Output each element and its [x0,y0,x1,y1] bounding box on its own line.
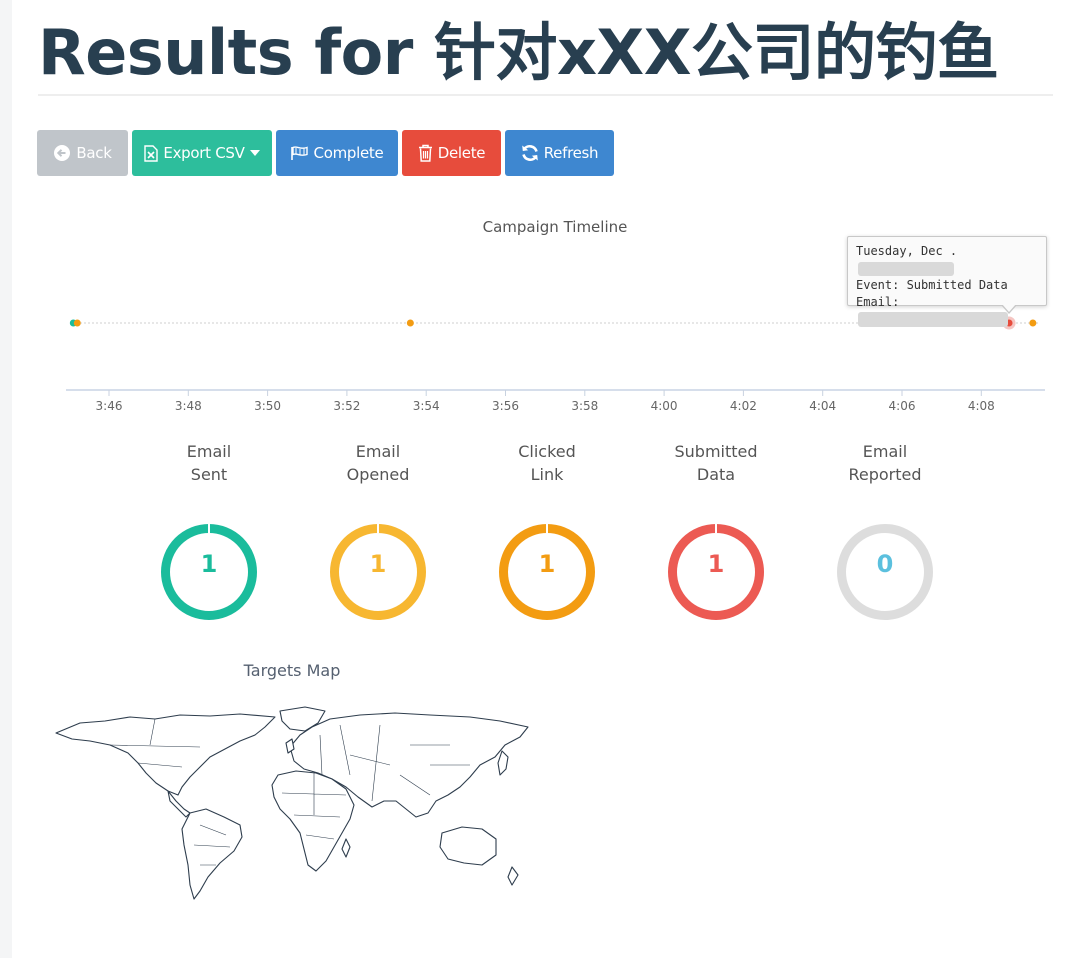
complete-button-label: Complete [313,144,384,162]
timeline-tick-label: 4:06 [889,399,916,413]
stat-label: Email Opened [346,442,410,484]
timeline-tick-label: 3:46 [96,399,123,413]
ring-gap [715,523,717,533]
stat-email-reported: Email Reported 0 [805,440,965,620]
stat-count: 1 [707,550,725,578]
timeline-tick-label: 3:52 [333,399,360,413]
delete-button-label: Delete [437,144,486,162]
map-africa [271,770,355,872]
sidebar-edge [0,0,12,958]
stat-label: Email Reported [848,442,922,484]
stat-ring: 0 [837,524,933,620]
tooltip-caret-inner [1002,304,1016,312]
stat-ring: 1 [161,523,257,620]
stat-label: Clicked Link [518,442,576,484]
stat-count: 1 [200,550,218,578]
ring-gap [377,523,379,533]
delete-button[interactable]: Delete [402,130,501,176]
caret-down-icon [249,150,260,156]
timeline-tooltip: Tuesday, Dec . Event: Submitted Data Ema… [847,236,1047,327]
file-excel-icon [144,144,159,162]
timeline-tick-label: 4:02 [730,399,757,413]
back-button[interactable]: Back [37,130,128,176]
tooltip-event: Event: Submitted Data [856,278,1008,292]
back-button-label: Back [76,144,112,162]
export-csv-label: Export CSV [163,144,245,162]
timeline-ticks: 3:46 3:48 3:50 3:52 3:54 3:56 3:58 4:00 4:02 4:04… [96,390,995,413]
refresh-button[interactable]: Refresh [505,130,614,176]
stat-ring: 1 [499,523,595,620]
timeline-tick-label: 3:54 [413,399,440,413]
tooltip-email-label: Email: [856,295,900,309]
stat-count: 0 [876,550,894,578]
timeline-tick-label: 4:04 [809,399,836,413]
back-arrow-icon [54,145,71,161]
timeline-tick-label: 4:08 [968,399,995,413]
timeline-tick-label: 3:58 [571,399,598,413]
stat-ring: 1 [668,523,764,620]
timeline-event-point[interactable] [406,319,414,327]
timeline-tick-label: 4:00 [651,399,678,413]
stat-email-opened: Email Opened 1 [298,440,458,620]
targets-map-title: Targets Map [243,661,341,680]
redacted-block [858,261,954,276]
stat-label: Email Sent [186,442,232,484]
refresh-icon [521,145,538,161]
targets-world-map[interactable] [50,705,535,905]
stat-label: Submitted Data [674,442,758,484]
title-divider [38,94,1053,96]
timeline-tick-label: 3:56 [492,399,519,413]
complete-button[interactable]: Complete [276,130,398,176]
timeline-event-point[interactable] [73,319,81,327]
ring-gap [208,523,210,533]
export-csv-button[interactable]: Export CSV [132,130,272,176]
stat-count: 1 [538,550,556,578]
map-madagascar [341,838,351,858]
stat-count: 1 [369,550,387,578]
stat-ring: 1 [330,523,426,620]
stat-email-sent: Email Sent 1 [129,440,289,620]
page-title: Results for 针对xXX公司的钓鱼 [38,16,999,89]
map-north-america [55,713,276,796]
map-australia [439,826,497,866]
map-new-zealand [507,866,519,886]
tooltip-date: Tuesday, Dec . [856,244,958,258]
map-south-america [181,808,243,900]
map-japan [497,750,509,776]
stat-submitted-data: Submitted Data 1 [636,440,796,620]
trash-icon [418,144,432,162]
map-central-america [167,790,191,818]
timeline-tick-label: 3:50 [254,399,281,413]
flag-icon [290,145,308,160]
ring-gap [546,523,548,533]
timeline-tick-label: 3:48 [175,399,202,413]
stat-clicked-link: Clicked Link 1 [467,440,627,620]
redacted-block [858,312,1008,327]
refresh-button-label: Refresh [543,144,599,162]
